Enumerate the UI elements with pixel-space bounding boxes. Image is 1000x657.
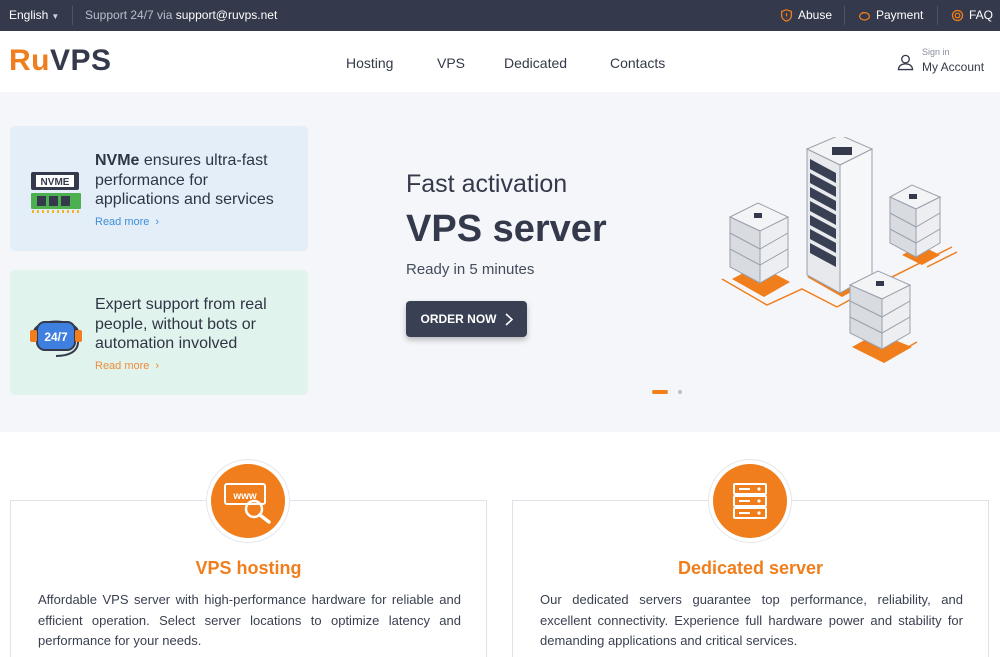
server-rack-icon bbox=[733, 483, 767, 519]
site-header: RuVPS Hosting VPS Dedicated Contacts Sig… bbox=[0, 31, 1000, 92]
support-email-link[interactable]: support@ruvps.net bbox=[176, 8, 278, 22]
hero-title: VPS server bbox=[406, 208, 607, 250]
support-24-7-icon: 24/7 bbox=[30, 320, 82, 357]
chevron-right-icon: › bbox=[155, 216, 160, 228]
nvme-icon: NVME bbox=[31, 172, 81, 213]
user-icon bbox=[897, 54, 914, 71]
nav-contacts[interactable]: Contacts bbox=[610, 55, 665, 71]
read-more-label: Read more bbox=[95, 216, 150, 228]
svg-text:24/7: 24/7 bbox=[44, 330, 68, 344]
feature-text: Expert support from real people, without… bbox=[95, 296, 267, 352]
support-info: Support 24/7 via support@ruvps.net bbox=[85, 8, 277, 22]
order-now-label: ORDER NOW bbox=[420, 312, 497, 326]
order-now-button[interactable]: ORDER NOW bbox=[406, 301, 527, 337]
feature-card-support[interactable]: 24/7 Expert support from real people, wi… bbox=[10, 270, 308, 395]
service-description: Our dedicated servers guarantee top perf… bbox=[540, 592, 963, 648]
read-more-label: Read more bbox=[95, 360, 150, 372]
support-text: Support 24/7 via bbox=[85, 8, 173, 22]
sign-in-label: Sign in bbox=[922, 47, 950, 57]
service-description: Affordable VPS server with high-performa… bbox=[38, 592, 461, 648]
hero-section: NVME NVMe ensures ultra-fast performance… bbox=[0, 92, 1000, 432]
logo-vps: VPS bbox=[50, 44, 112, 77]
read-more-link[interactable]: Read more › bbox=[95, 360, 159, 372]
piggy-bank-icon bbox=[859, 11, 870, 21]
caret-down-icon: ▼ bbox=[51, 12, 60, 21]
feature-card-nvme[interactable]: NVME NVMe ensures ultra-fast performance… bbox=[10, 126, 308, 251]
read-more-link[interactable]: Read more › bbox=[95, 216, 159, 228]
nav-dedicated[interactable]: Dedicated bbox=[504, 55, 567, 71]
chevron-right-icon: › bbox=[155, 360, 160, 372]
my-account-label: My Account bbox=[922, 60, 985, 74]
payment-link[interactable]: Payment bbox=[858, 8, 923, 22]
faq-label: FAQ bbox=[969, 8, 994, 22]
divider bbox=[937, 6, 938, 25]
service-title: Dedicated server bbox=[677, 558, 824, 578]
top-bar: English ▼ Support 24/7 via support@ruvps.… bbox=[0, 0, 1000, 31]
www-search-icon: www bbox=[224, 483, 271, 524]
lifebuoy-icon bbox=[951, 9, 964, 21]
language-label: English bbox=[9, 8, 49, 22]
chevron-right-icon bbox=[504, 312, 513, 326]
logo-ru: Ru bbox=[9, 44, 50, 77]
faq-link[interactable]: FAQ bbox=[951, 8, 993, 22]
payment-label: Payment bbox=[876, 8, 924, 22]
nav-vps[interactable]: VPS bbox=[437, 55, 465, 71]
hero-description: Ready in 5 minutes bbox=[406, 261, 535, 278]
logo[interactable]: RuVPS bbox=[9, 44, 112, 78]
divider bbox=[72, 6, 73, 25]
service-icon-badge: www bbox=[206, 459, 290, 543]
slider-dot[interactable] bbox=[678, 390, 682, 394]
feature-text: NVMe ensures ultra-fast performance for … bbox=[95, 152, 274, 208]
language-selector[interactable]: English ▼ bbox=[9, 8, 59, 22]
slider-dot-active[interactable] bbox=[652, 390, 668, 394]
shield-icon bbox=[780, 8, 793, 22]
abuse-label: Abuse bbox=[798, 8, 833, 22]
svg-text:NVME: NVME bbox=[41, 177, 70, 188]
nav-hosting[interactable]: Hosting bbox=[346, 55, 393, 71]
abuse-link[interactable]: Abuse bbox=[780, 8, 832, 22]
hero-subtitle: Fast activation bbox=[406, 170, 568, 198]
service-title: VPS hosting bbox=[195, 558, 302, 578]
service-icon-badge bbox=[708, 459, 792, 543]
divider bbox=[844, 6, 845, 25]
server-illustration bbox=[721, 137, 958, 363]
